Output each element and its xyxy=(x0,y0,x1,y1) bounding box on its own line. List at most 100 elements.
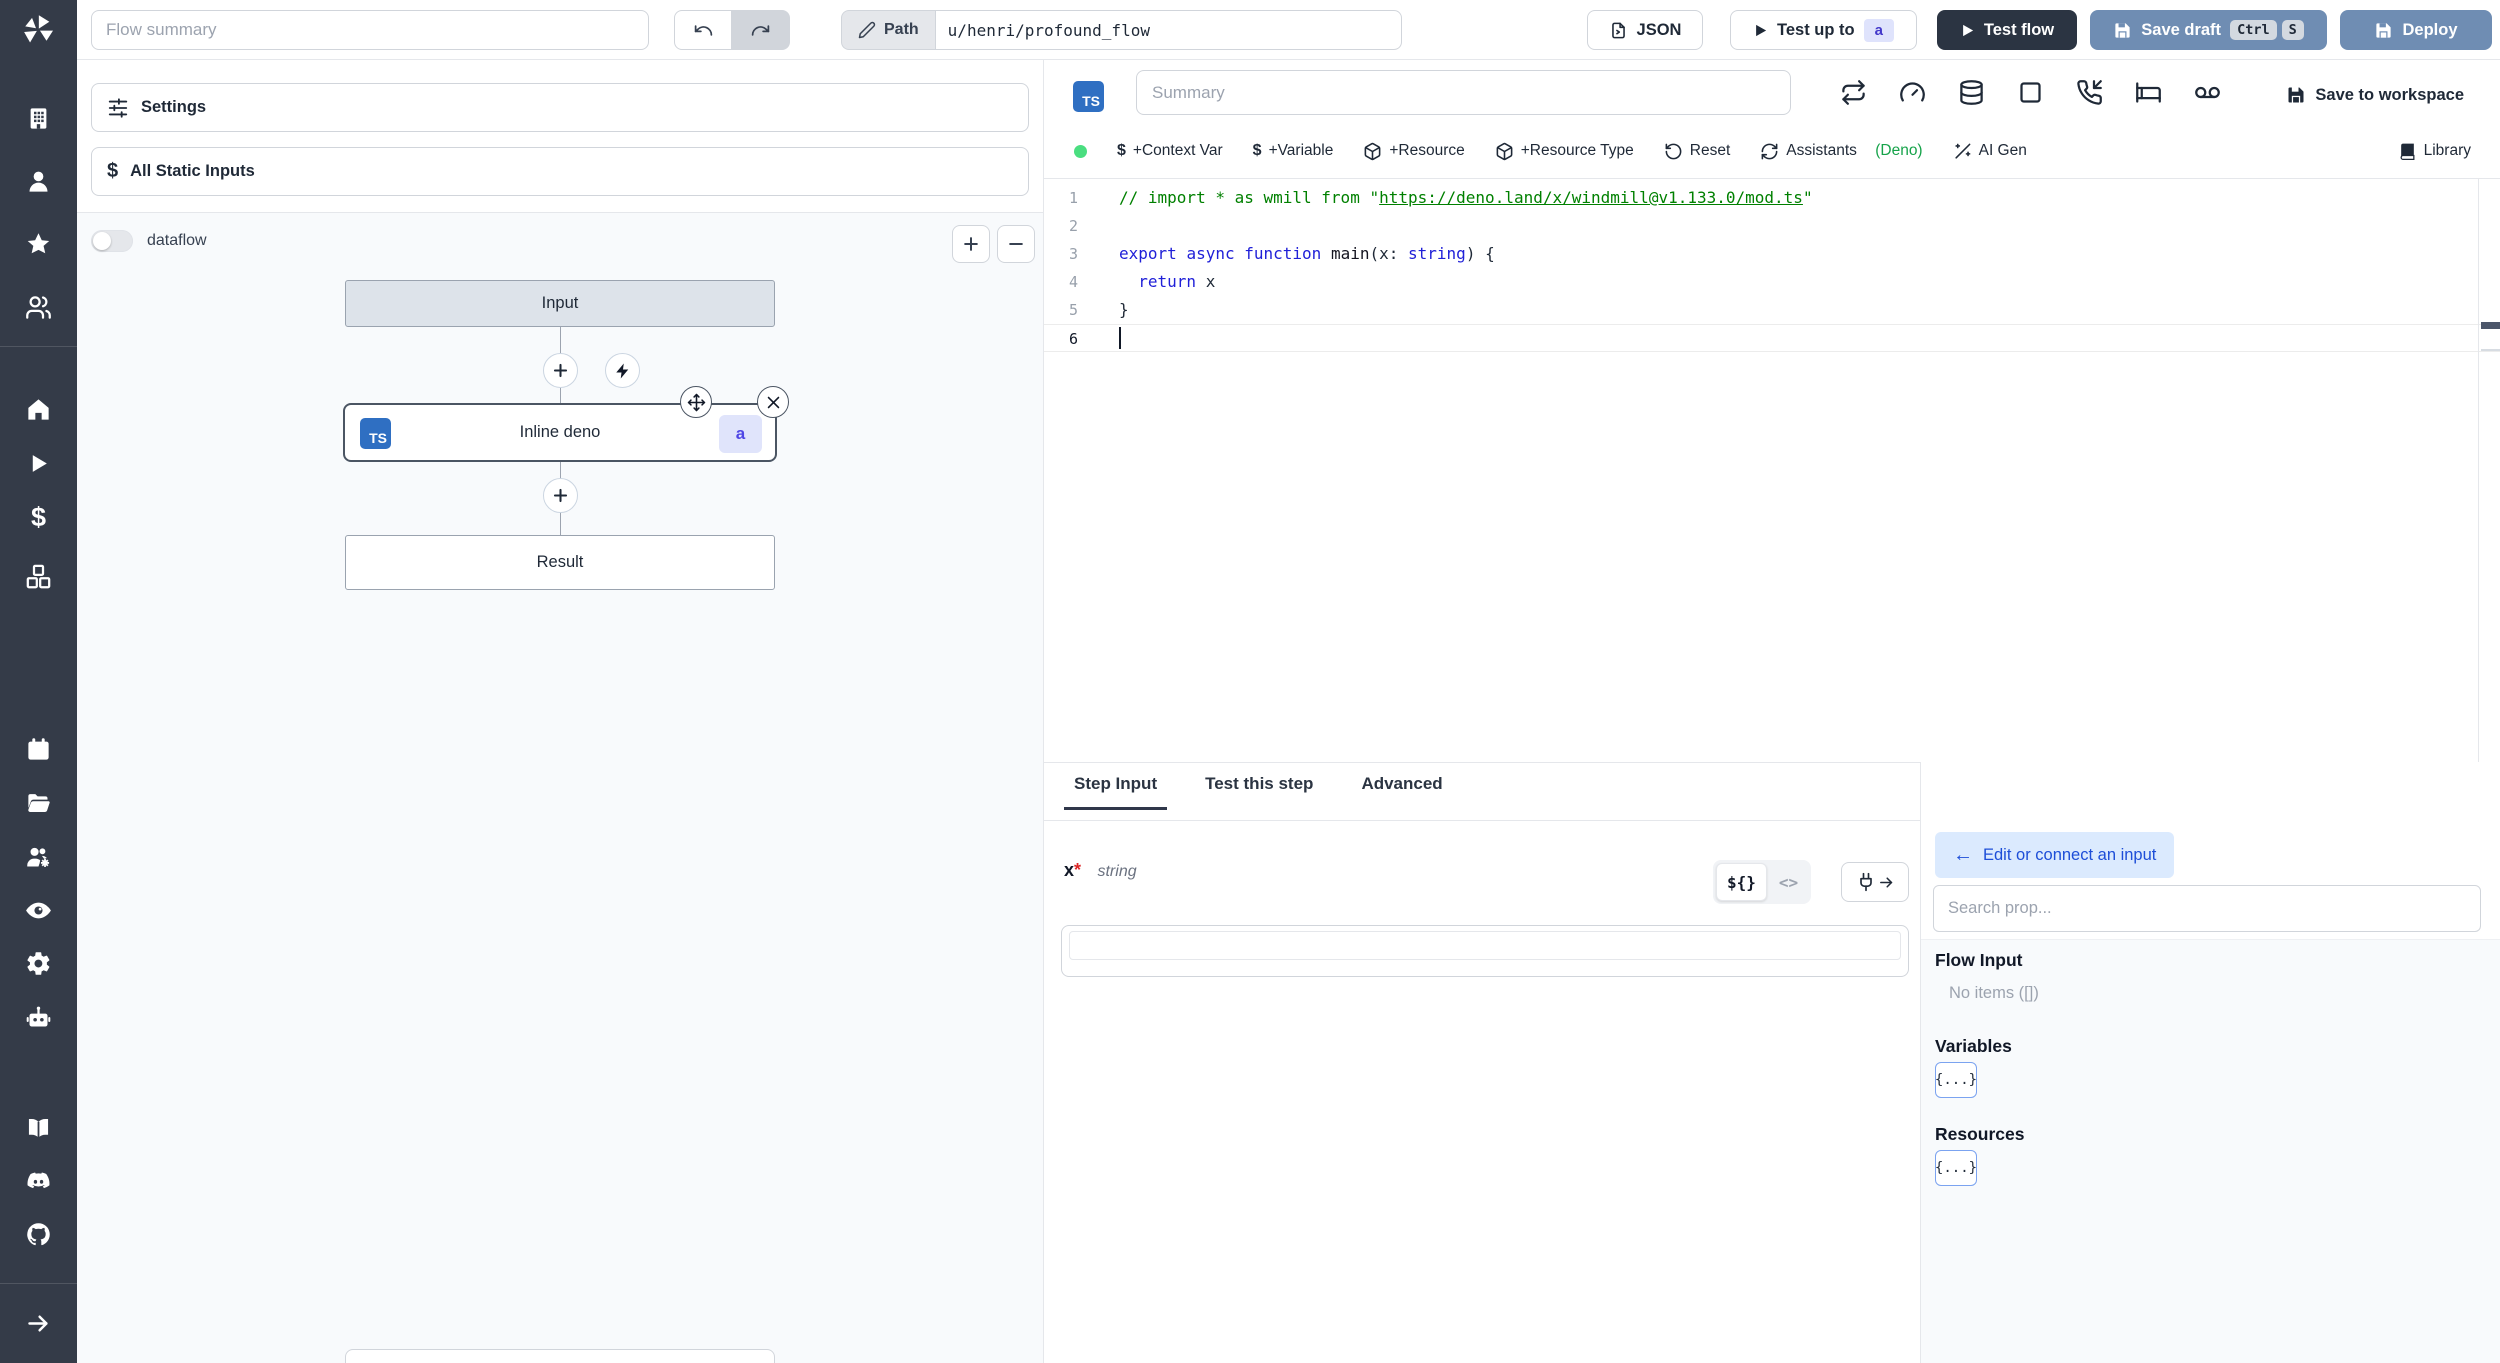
variables-dollar-icon[interactable]: $ xyxy=(24,503,53,532)
connect-input-plug-button[interactable] xyxy=(1841,862,1909,902)
template-mode-button[interactable]: ${} xyxy=(1716,863,1767,901)
typescript-badge: TS xyxy=(1073,81,1104,112)
library-button[interactable]: Library xyxy=(2398,142,2471,161)
zap-icon xyxy=(615,363,628,378)
cache-database-icon[interactable] xyxy=(1958,79,1985,106)
add-variable-button[interactable]: $ +Variable xyxy=(1253,142,1334,160)
add-context-var-button[interactable]: $ +Context Var xyxy=(1117,142,1223,160)
plug-icon xyxy=(1859,872,1872,892)
insert-step-button[interactable] xyxy=(543,353,578,388)
field-name: x xyxy=(1064,860,1075,880)
step-summary-input[interactable] xyxy=(1136,70,1791,115)
line-number: 3 xyxy=(1068,245,1078,263)
json-button[interactable]: JSON xyxy=(1587,10,1703,50)
all-static-inputs-button[interactable]: $ All Static Inputs xyxy=(91,147,1029,196)
add-resource-type-button[interactable]: +Resource Type xyxy=(1495,142,1634,161)
reset-button[interactable]: Reset xyxy=(1664,142,1730,161)
delete-step-button[interactable] xyxy=(757,386,789,418)
save-draft-button[interactable]: Save draft Ctrl S xyxy=(2090,10,2327,50)
assistants-button[interactable]: Assistants (Deno) xyxy=(1760,142,1923,161)
edit-or-connect-input-button[interactable]: ← Edit or connect an input xyxy=(1935,832,2175,878)
play-icon xyxy=(1756,24,1767,36)
code-line[interactable]: 5} xyxy=(1044,296,2500,324)
deploy-button[interactable]: Deploy xyxy=(2340,10,2492,50)
path-edit-button[interactable]: Path xyxy=(841,10,935,50)
step-input-value-field[interactable] xyxy=(1069,931,1901,960)
undo-button[interactable] xyxy=(674,10,732,50)
docs-book-icon[interactable] xyxy=(24,1114,53,1143)
schedules-calendar-icon[interactable] xyxy=(24,735,53,764)
variables-object-chip[interactable]: {...} xyxy=(1935,1062,1977,1098)
add-resource-button[interactable]: +Resource xyxy=(1363,142,1465,161)
connect-input-panel: ← Edit or connect an input Flow Input No… xyxy=(1920,762,2500,1363)
code-mode-button[interactable]: <> xyxy=(1769,863,1808,901)
json-button-label: JSON xyxy=(1636,20,1682,39)
editor-overview-ruler[interactable] xyxy=(2478,179,2479,762)
favorites-star-icon[interactable] xyxy=(24,230,53,259)
overview-ruler-cursor-mark xyxy=(2481,322,2500,329)
path-value-input[interactable] xyxy=(934,10,1402,50)
deploy-label: Deploy xyxy=(2402,20,2458,39)
suspend-phone-incoming-icon[interactable] xyxy=(2076,79,2103,106)
dataflow-toggle[interactable] xyxy=(91,230,133,252)
windmill-logo[interactable] xyxy=(20,12,56,48)
dataflow-row: dataflow xyxy=(91,230,207,252)
flow-summary-input[interactable] xyxy=(91,10,649,50)
collapse-arrow-icon[interactable] xyxy=(24,1309,53,1338)
discord-icon[interactable] xyxy=(24,1167,53,1196)
test-up-to-button[interactable]: Test up to a xyxy=(1730,10,1917,50)
code-line[interactable]: 6 xyxy=(1044,324,2500,352)
user-icon[interactable] xyxy=(24,167,53,196)
early-stop-gauge-icon[interactable] xyxy=(1899,79,1926,106)
code-line[interactable]: 1// import * as wmill from "https://deno… xyxy=(1044,184,2500,212)
flow-result-node-label: Result xyxy=(536,553,584,571)
play-icon xyxy=(1962,24,1973,36)
insert-step-button[interactable] xyxy=(543,478,578,513)
tab-advanced[interactable]: Advanced xyxy=(1361,774,1442,810)
mock-square-icon[interactable] xyxy=(2017,79,2044,106)
retry-repeat-icon[interactable] xyxy=(1840,79,1867,106)
flow-settings-button[interactable]: Settings xyxy=(91,83,1029,132)
flow-input-node[interactable]: Input xyxy=(345,280,775,327)
tab-step-input[interactable]: Step Input xyxy=(1063,774,1168,810)
concurrency-voicemail-icon[interactable] xyxy=(2194,79,2221,106)
code-line[interactable]: 3 export async function main(x: string) { xyxy=(1044,240,2500,268)
groups-icon[interactable] xyxy=(24,293,53,322)
flow-result-node[interactable]: Result xyxy=(345,535,775,590)
tab-test-this-step[interactable]: Test this step xyxy=(1205,774,1313,810)
all-static-inputs-label: All Static Inputs xyxy=(130,162,255,180)
move-step-button[interactable] xyxy=(680,386,712,418)
audit-eye-icon[interactable] xyxy=(24,896,53,925)
code-editor[interactable]: 1// import * as wmill from "https://deno… xyxy=(1044,179,2500,762)
code-line[interactable]: 4 return x xyxy=(1044,268,2500,296)
settings-gear-icon[interactable] xyxy=(24,949,53,978)
home-icon[interactable] xyxy=(24,395,53,424)
zoom-out-button[interactable] xyxy=(997,225,1035,263)
test-up-to-target-badge[interactable]: a xyxy=(1863,18,1894,42)
workers-users-cog-icon[interactable] xyxy=(24,843,53,872)
dataflow-label: dataflow xyxy=(147,232,207,249)
edit-or-connect-label: Edit or connect an input xyxy=(1983,845,2157,864)
ai-bot-icon[interactable] xyxy=(24,1003,53,1032)
search-prop-input[interactable] xyxy=(1933,885,2481,932)
code-line[interactable]: 2 xyxy=(1044,212,2500,240)
test-flow-button[interactable]: Test flow xyxy=(1937,10,2077,50)
topbar: Path JSON Test up to a Test flow Save dr… xyxy=(77,0,2500,60)
sidebar-divider xyxy=(0,346,77,347)
workspace-icon[interactable] xyxy=(24,104,53,133)
step-node-inline-deno[interactable]: TS Inline deno a xyxy=(343,386,789,462)
folders-icon[interactable] xyxy=(24,789,53,818)
github-icon[interactable] xyxy=(24,1220,53,1249)
flow-panel: Settings $ All Static Inputs dataflow In… xyxy=(77,60,1043,1363)
zoom-in-button[interactable] xyxy=(952,225,990,263)
resources-object-chip[interactable]: {...} xyxy=(1935,1150,1977,1186)
resources-boxes-icon[interactable] xyxy=(24,562,53,591)
save-to-workspace-button[interactable]: Save to workspace xyxy=(2286,85,2464,105)
error-handler-node[interactable]: Error Handler xyxy=(345,1349,775,1363)
sleep-bed-icon[interactable] xyxy=(2135,79,2162,106)
ai-gen-button[interactable]: AI Gen xyxy=(1953,142,2027,161)
trigger-zap-button[interactable] xyxy=(605,353,640,388)
runs-play-icon[interactable] xyxy=(24,449,53,478)
rotate-ccw-icon xyxy=(1665,143,1682,159)
redo-button[interactable] xyxy=(732,10,790,50)
